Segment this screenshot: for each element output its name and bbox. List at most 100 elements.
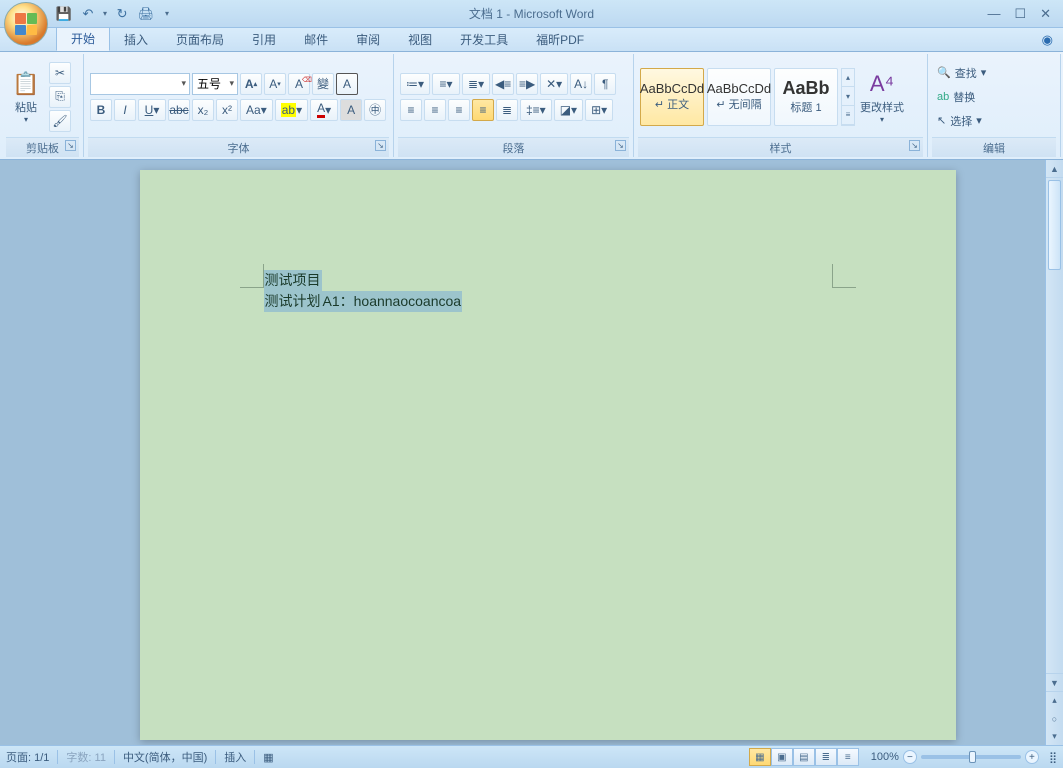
full-screen-view[interactable]: ▣ [771,748,793,766]
font-color-button[interactable]: A▾ [310,99,338,121]
undo-dropdown[interactable]: ▾ [103,9,107,18]
zoom-level[interactable]: 100% [871,751,899,763]
change-styles-button[interactable]: A⁴ 更改样式 ▾ [858,69,906,124]
select-button[interactable]: ↖选择 ▾ [934,110,989,132]
style-heading1[interactable]: AaBb 标题 1 [774,68,838,126]
clipboard-dialog-launcher[interactable]: ↘ [65,140,76,151]
format-painter-button[interactable]: 🖌 [49,110,71,132]
minimize-button[interactable]: — [987,6,1000,22]
numbering-button[interactable]: ≡▾ [432,73,460,95]
char-shading-button[interactable]: A [340,99,362,121]
increase-indent-button[interactable]: ≡▶ [516,73,538,95]
quick-print-icon[interactable]: 🖨 [137,5,155,23]
sort-button[interactable]: A↓ [570,73,592,95]
view-buttons: ▦ ▣ ▤ ≣ ≡ [749,748,859,766]
show-marks-button[interactable]: ¶ [594,73,616,95]
paragraph-dialog-launcher[interactable]: ↘ [615,140,626,151]
strike-button[interactable]: abc [168,99,190,121]
tab-layout[interactable]: 页面布局 [162,27,238,51]
document-viewport[interactable]: 测试项目 测试计划 A1：hoannaocoancoa [0,160,1045,745]
scroll-up-button[interactable]: ▲ [1046,160,1063,178]
enclose-button[interactable]: ㊥ [364,99,386,121]
undo-icon[interactable]: ↶ [79,5,97,23]
ribbon: 📋 粘贴 ▾ ✂ ⎘ 🖌 剪贴板↘ 五号 A▴ A▾ A⌫ 變 [0,52,1063,160]
page-indicator[interactable]: 页面: 1/1 [6,749,49,765]
change-case-button[interactable]: Aa▾ [240,99,273,121]
next-page-button[interactable]: ▾ [1046,727,1063,745]
browse-object-button[interactable]: ○ [1046,710,1063,728]
underline-button[interactable]: U ▾ [138,99,166,121]
align-center-button[interactable]: ≡ [424,99,446,121]
zoom-slider[interactable] [921,755,1021,759]
insert-mode[interactable]: 插入 [224,749,246,765]
page[interactable]: 测试项目 测试计划 A1：hoannaocoancoa [140,170,956,740]
font-name-combo[interactable] [90,73,190,95]
style-no-spacing[interactable]: AaBbCcDd ↵ 无间隔 [707,68,771,126]
italic-button[interactable]: I [114,99,136,121]
tab-home[interactable]: 开始 [56,25,110,51]
tab-mailings[interactable]: 邮件 [290,27,342,51]
bold-button[interactable]: B [90,99,112,121]
align-left-button[interactable]: ≡ [400,99,422,121]
superscript-button[interactable]: x² [216,99,238,121]
maximize-button[interactable]: ☐ [1014,6,1026,22]
borders-button[interactable]: ⊞▾ [585,99,613,121]
text-direction-button[interactable]: ✕▾ [540,73,568,95]
redo-icon[interactable]: ↻ [113,5,131,23]
zoom-in-button[interactable]: + [1025,750,1039,764]
styles-dialog-launcher[interactable]: ↘ [909,140,920,151]
outline-view[interactable]: ≣ [815,748,837,766]
line-spacing-button[interactable]: ‡≡▾ [520,99,552,121]
tab-foxit[interactable]: 福昕PDF [522,27,598,51]
web-layout-view[interactable]: ▤ [793,748,815,766]
bullets-button[interactable]: ≔▾ [400,73,430,95]
tab-review[interactable]: 审阅 [342,27,394,51]
distribute-button[interactable]: ≣ [496,99,518,121]
shading-button[interactable]: ◪▾ [554,99,583,121]
word-count[interactable]: 字数: 11 [66,749,106,765]
tab-developer[interactable]: 开发工具 [446,27,522,51]
subscript-button[interactable]: x₂ [192,99,214,121]
draft-view[interactable]: ≡ [837,748,859,766]
multilevel-button[interactable]: ≣▾ [462,73,490,95]
highlight-button[interactable]: ab▾ [275,99,308,121]
qat-customize[interactable]: ▾ [165,9,169,18]
justify-button[interactable]: ≡ [472,99,494,121]
char-border-button[interactable]: A [336,73,358,95]
macro-icon[interactable]: ▦ [263,751,273,764]
font-dialog-launcher[interactable]: ↘ [375,140,386,151]
decrease-indent-button[interactable]: ◀≡ [492,73,514,95]
copy-button[interactable]: ⎘ [49,86,71,108]
style-normal[interactable]: AaBbCcDd ↵ 正文 [640,68,704,126]
language-indicator[interactable]: 中文(简体，中国) [123,749,207,765]
print-layout-view[interactable]: ▦ [749,748,771,766]
save-icon[interactable]: 💾 [55,5,73,23]
shrink-font-button[interactable]: A▾ [264,73,286,95]
prev-page-button[interactable]: ▴ [1046,692,1063,710]
scroll-track[interactable] [1046,178,1063,673]
zoom-handle[interactable] [969,751,976,763]
office-button[interactable] [4,2,48,46]
cut-button[interactable]: ✂ [49,62,71,84]
align-right-button[interactable]: ≡ [448,99,470,121]
help-button[interactable]: ◉ [1042,32,1063,48]
find-icon: 🔍 [937,66,951,79]
tab-insert[interactable]: 插入 [110,27,162,51]
resize-grip[interactable]: ⣿ [1049,751,1057,764]
vertical-scrollbar[interactable]: ▲ ▼ ▴ ○ ▾ [1045,160,1063,745]
tab-references[interactable]: 引用 [238,27,290,51]
clear-format-button[interactable]: A⌫ [288,73,310,95]
close-button[interactable]: ✕ [1040,6,1051,22]
style-gallery-nav[interactable]: ▴▾≡ [841,68,855,126]
font-size-combo[interactable]: 五号 [192,73,238,95]
document-text[interactable]: 测试项目 测试计划 A1：hoannaocoancoa [264,270,463,312]
tab-view[interactable]: 视图 [394,27,446,51]
paste-button[interactable]: 📋 粘贴 ▾ [6,56,46,137]
scroll-down-button[interactable]: ▼ [1046,673,1063,691]
grow-font-button[interactable]: A▴ [240,73,262,95]
phonetic-button[interactable]: 變 [312,73,334,95]
replace-button[interactable]: ab替换 [934,86,989,108]
scroll-thumb[interactable] [1048,180,1061,270]
zoom-out-button[interactable]: − [903,750,917,764]
find-button[interactable]: 🔍查找 ▾ [934,62,989,84]
